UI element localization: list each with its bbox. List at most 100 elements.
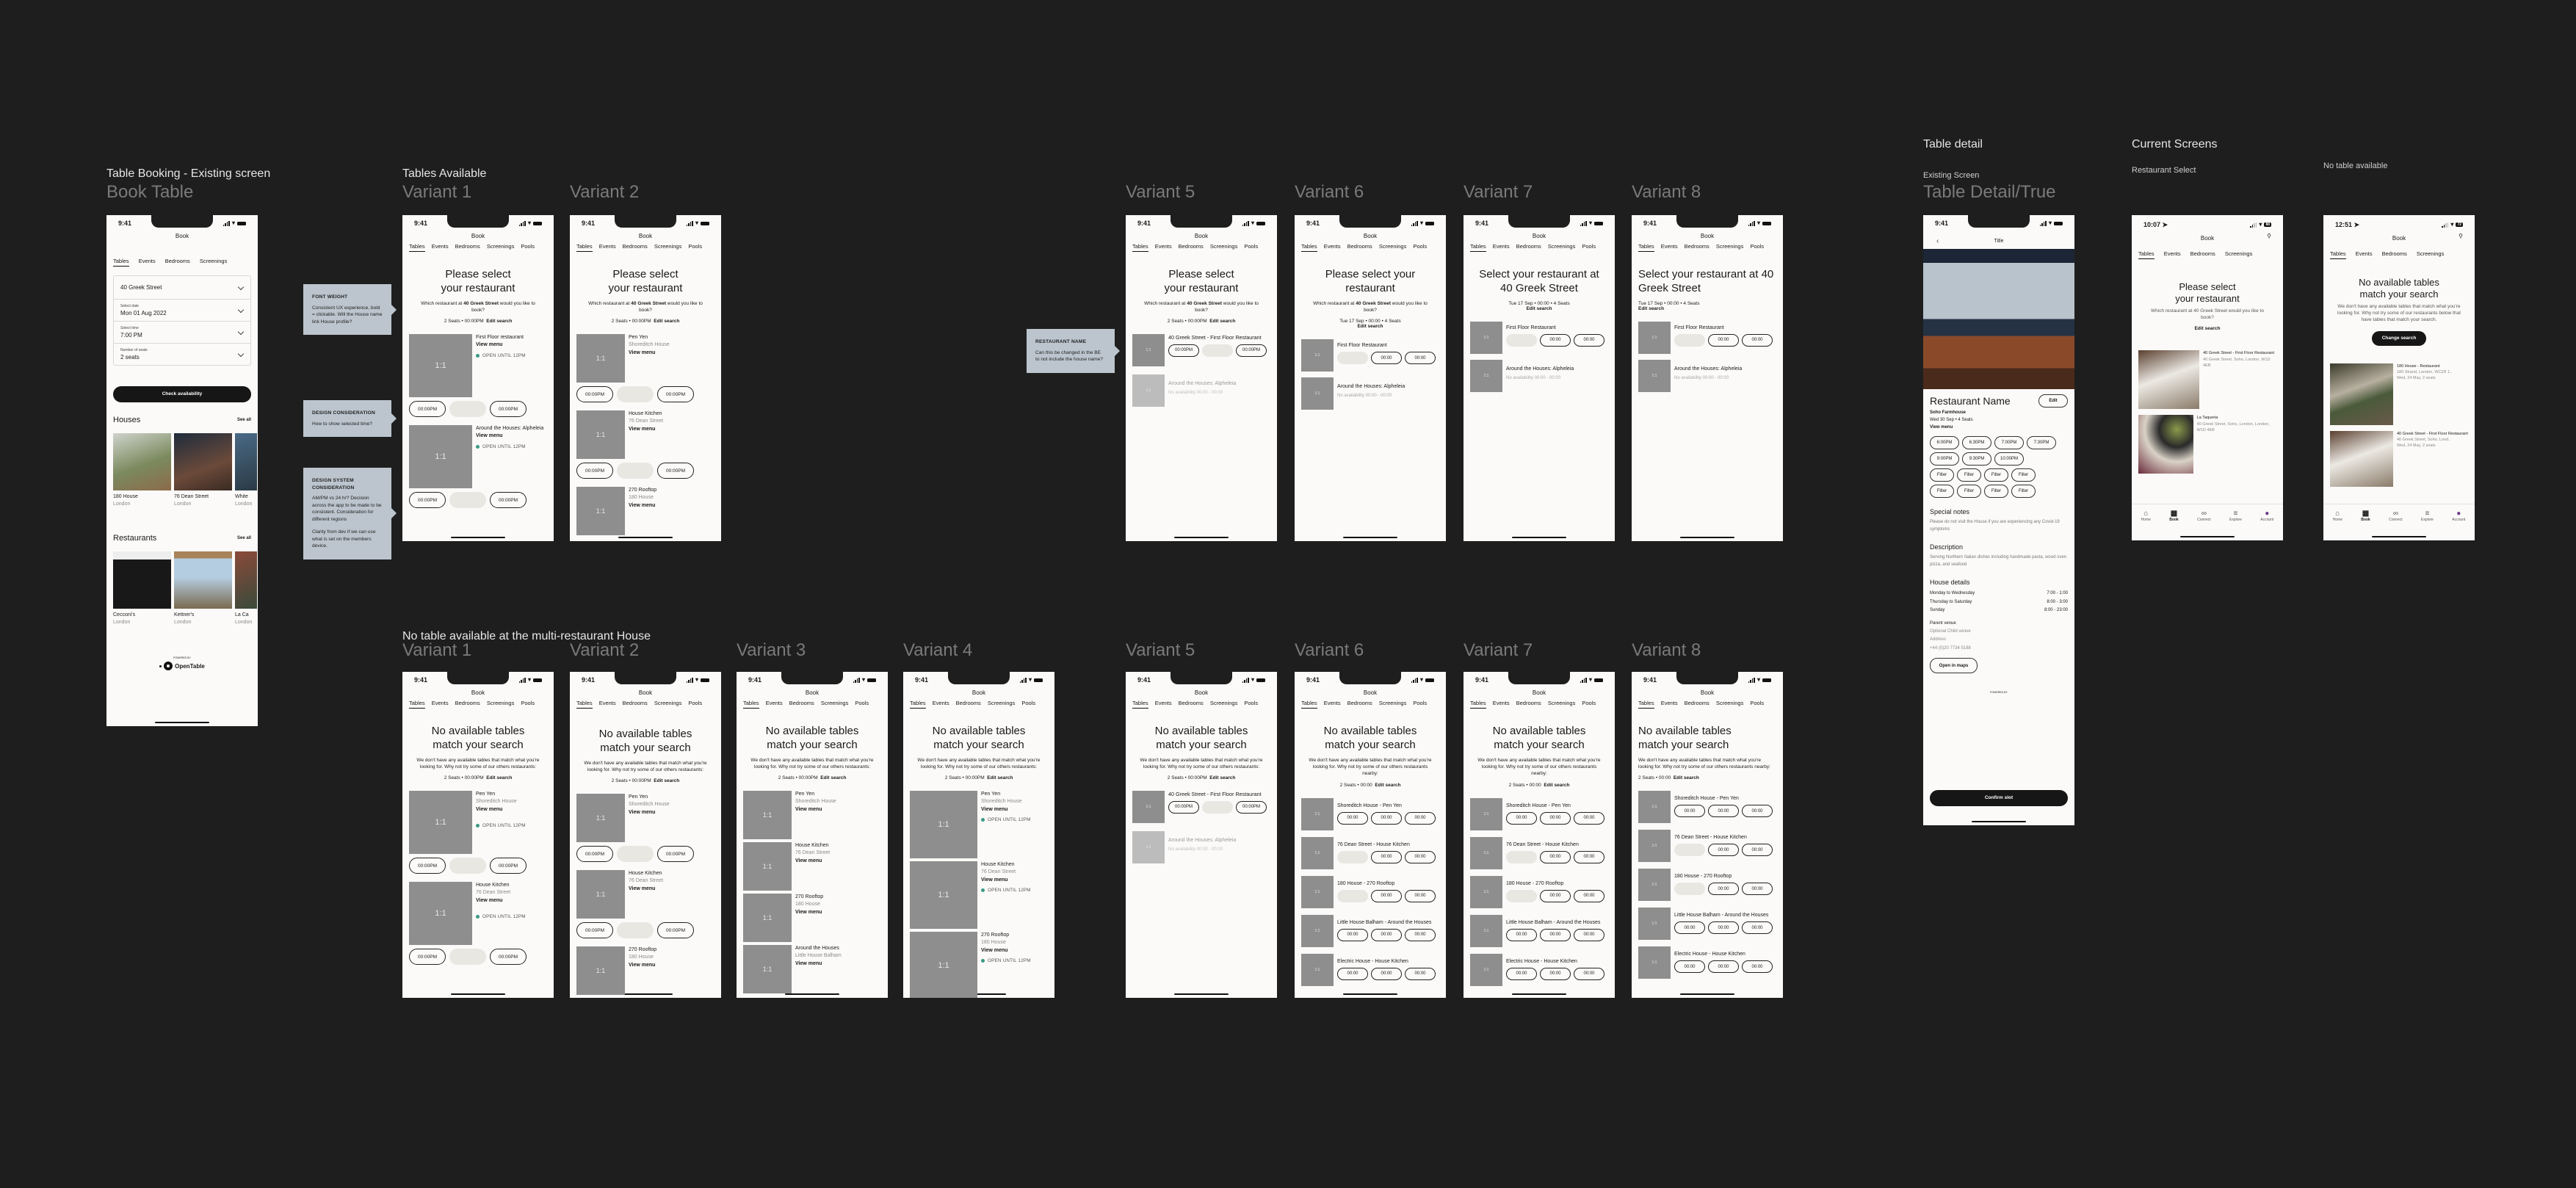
tab-pools[interactable]: Pools <box>1582 243 1596 252</box>
edit-search-link[interactable]: Edit search <box>1544 783 1569 788</box>
tab-events[interactable]: Events <box>1324 243 1341 252</box>
tab-events[interactable]: Events <box>1493 700 1510 709</box>
tab-tables[interactable]: Tables <box>409 700 425 709</box>
tab-bedrooms[interactable]: Bedrooms <box>1685 700 1710 709</box>
tab-tables[interactable]: Tables <box>2138 250 2154 259</box>
tab-bedrooms[interactable]: Bedrooms <box>2382 250 2407 259</box>
view-menu-link[interactable]: View menu <box>629 349 670 357</box>
restaurant-card[interactable]: 180 House - Restaurant 180 Strand, London… <box>2323 363 2475 425</box>
tab-pools[interactable]: Pools <box>688 243 702 252</box>
tab-screenings[interactable]: Screenings <box>2225 250 2253 259</box>
time-slot-button[interactable]: 00:00 <box>1337 928 1368 941</box>
nav-item-home[interactable]: ⌂ Home <box>2141 510 2151 540</box>
time-slot-button[interactable]: 00:00 <box>1405 850 1436 863</box>
tab-events[interactable]: Events <box>2356 250 2373 259</box>
filter-chip[interactable]: Filter <box>1984 485 2008 498</box>
edit-search-link[interactable]: Edit search <box>486 775 512 780</box>
tab-tables[interactable]: Tables <box>743 700 759 709</box>
tab-events[interactable]: Events <box>1324 700 1341 709</box>
restaurant-card[interactable]: 1:1 Around the Houses: Alpheleia No availa… <box>1464 359 1615 392</box>
tab-tables[interactable]: Tables <box>576 243 593 252</box>
restaurant-card[interactable]: 1:1 270 Rooftop 180 House View menu <box>737 894 888 943</box>
filter-chip[interactable]: Filter <box>2011 485 2036 498</box>
tab-pools[interactable]: Pools <box>855 700 869 709</box>
tab-events[interactable]: Events <box>599 243 616 252</box>
filter-chip[interactable]: Filter <box>1957 468 1981 482</box>
time-select[interactable]: Select time 7:00 PM <box>114 321 250 343</box>
view-menu-link[interactable]: View menu <box>629 962 656 969</box>
house-card[interactable]: 76 Dean Street London <box>174 433 232 507</box>
time-slot-button[interactable]: 10:00PM <box>1994 452 2024 466</box>
time-slot-button[interactable]: 00:00PM <box>1168 344 1199 357</box>
time-slot-button[interactable]: 00:00 <box>1540 850 1571 863</box>
tab-bedrooms[interactable]: Bedrooms <box>1179 700 1204 709</box>
tab-bedrooms[interactable]: Bedrooms <box>1347 243 1372 252</box>
tab-screenings[interactable]: Screenings <box>654 700 682 709</box>
time-slot-button[interactable]: 00:00 <box>1674 921 1705 935</box>
tab-bedrooms[interactable]: Bedrooms <box>956 700 981 709</box>
time-slot-button[interactable]: 00:00PM <box>576 846 613 863</box>
tab-events[interactable]: Events <box>432 243 449 252</box>
tab-pools[interactable]: Pools <box>1413 700 1427 709</box>
restaurant-card[interactable]: 40 Greek Street - First Floor Restaurant… <box>2132 350 2283 410</box>
view-menu-link[interactable]: View menu <box>476 341 526 349</box>
restaurant-card[interactable]: 1:1 Around the Houses: Alpheleia No availa… <box>1295 377 1446 410</box>
tab-tables[interactable]: Tables <box>1470 700 1486 709</box>
time-slot-button[interactable]: 00:00 <box>1742 883 1773 896</box>
view-menu-link[interactable]: View menu <box>629 885 663 893</box>
tab-screenings[interactable]: Screenings <box>1716 700 1744 709</box>
time-slot-button[interactable]: 00:00 <box>1371 889 1402 902</box>
check-availability-button[interactable]: Check availability <box>113 386 251 402</box>
time-slot-button[interactable]: 00:00PM <box>409 492 446 509</box>
tab-screenings[interactable]: Screenings <box>1548 243 1576 252</box>
edit-search-link[interactable]: Edit search <box>820 775 846 780</box>
tab-events[interactable]: Events <box>1155 243 1172 252</box>
restaurant-card[interactable]: 1:1 First Floor Restaurant 00:00 00:00 <box>1632 321 1783 354</box>
tab-bedrooms[interactable]: Bedrooms <box>1685 243 1710 252</box>
restaurant-card[interactable]: Kettner's London <box>174 551 232 625</box>
time-slot-button[interactable]: 00:00 <box>1742 333 1773 347</box>
tab-events[interactable]: Events <box>139 258 156 267</box>
tab-events[interactable]: Events <box>2164 250 2181 259</box>
tab-screenings[interactable]: Screenings <box>2417 250 2445 259</box>
tab-bedrooms[interactable]: Bedrooms <box>1516 700 1541 709</box>
tab-screenings[interactable]: Screenings <box>1548 700 1576 709</box>
time-slot-button[interactable]: 00:00 <box>1742 844 1773 857</box>
time-slot-button[interactable]: 00:00 <box>1506 928 1537 941</box>
time-slot-button[interactable]: 7:00PM <box>1994 436 2024 449</box>
time-slot-button[interactable]: 00:00 <box>1405 352 1436 365</box>
tab-bedrooms[interactable]: Bedrooms <box>455 700 480 709</box>
restaurant-card[interactable]: 1:1 76 Dean Street - House Kitchen 00:00 00… <box>1632 830 1783 863</box>
nav-item-account[interactable]: ● Account <box>2452 510 2465 540</box>
time-slot-button[interactable]: 00:00 <box>1405 967 1436 980</box>
restaurant-card[interactable]: 1:1 Electric House - House Kitchen 00:00 00… <box>1632 946 1783 979</box>
edit-button[interactable]: Edit <box>2038 394 2068 408</box>
time-slot-button[interactable]: 00:00PM <box>576 922 613 939</box>
filter-chip[interactable]: Filter <box>2011 468 2036 482</box>
filter-chip[interactable]: Filter <box>1984 468 2008 482</box>
edit-search-link[interactable]: Edit search <box>654 778 679 783</box>
tab-tables[interactable]: Tables <box>1638 700 1654 709</box>
tab-screenings[interactable]: Screenings <box>487 243 515 252</box>
tab-events[interactable]: Events <box>766 700 783 709</box>
tab-screenings[interactable]: Screenings <box>821 700 849 709</box>
nav-item-home[interactable]: ⌂ Home <box>2333 510 2342 540</box>
tab-tables[interactable]: Tables <box>1301 243 1317 252</box>
restaurant-card[interactable]: 1:1 Shoreditch House - Pen Yen 00:00 00:00 0… <box>1632 791 1783 824</box>
time-slot-button[interactable]: 00:00PM <box>657 846 694 863</box>
nav-item-account[interactable]: ● Account <box>2260 510 2273 540</box>
houses-see-all-link[interactable]: See all <box>237 418 251 422</box>
tab-pools[interactable]: Pools <box>1413 243 1427 252</box>
restaurant-card[interactable]: 1:1 Little House Balham - Around the Hous… <box>1295 914 1446 947</box>
restaurant-card[interactable]: 1:1 270 Rooftop 180 House View menu <box>570 487 721 536</box>
tab-bedrooms[interactable]: Bedrooms <box>789 700 814 709</box>
tab-bedrooms[interactable]: Bedrooms <box>623 243 648 252</box>
tab-pools[interactable]: Pools <box>1244 243 1258 252</box>
view-menu-link[interactable]: View menu <box>629 809 670 816</box>
tab-pools[interactable]: Pools <box>1750 700 1764 709</box>
time-slot-button[interactable]: 00:00PM <box>490 858 527 874</box>
edit-search-link[interactable]: Edit search <box>987 775 1013 780</box>
bell-icon[interactable]: ⚲ <box>2267 233 2271 239</box>
tab-bedrooms[interactable]: Bedrooms <box>1179 243 1204 252</box>
time-slot-button[interactable]: 00:00 <box>1506 967 1537 980</box>
